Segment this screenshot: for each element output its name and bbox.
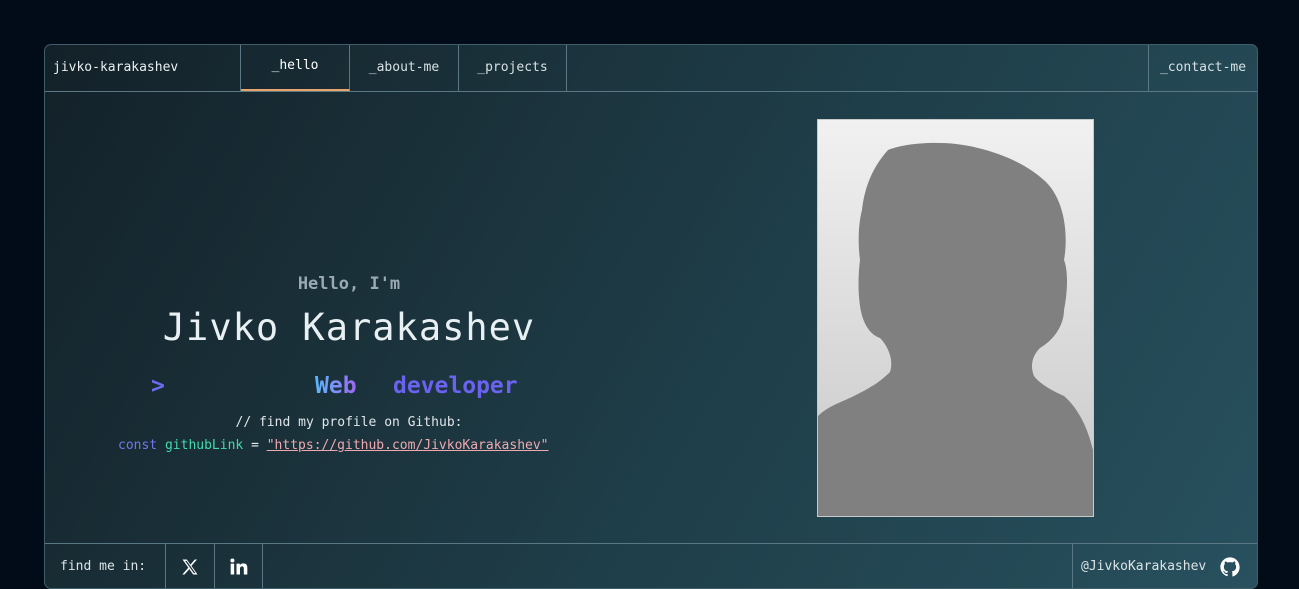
footer-bar: find me in: @JivkoKarakashev	[45, 543, 1257, 588]
github-icon	[1219, 556, 1241, 578]
x-twitter-link[interactable]	[166, 544, 215, 588]
code-variable: githubLink	[164, 438, 244, 453]
site-brand[interactable]: jivko-karakashev	[45, 45, 241, 91]
portfolio-window: jivko-karakashev _hello _about-me _proje…	[44, 44, 1258, 589]
role-line: > Web developer	[151, 373, 591, 403]
tab-about-me[interactable]: _about-me	[350, 45, 459, 91]
profile-silhouette-icon	[818, 142, 1093, 516]
linkedin-icon	[229, 558, 247, 574]
code-keyword: const	[118, 438, 158, 453]
greeting-text: Hello, I'm	[297, 274, 401, 294]
prompt-symbol: >	[151, 373, 165, 399]
top-nav: jivko-karakashev _hello _about-me _proje…	[45, 45, 1257, 92]
code-operator: =	[251, 438, 259, 453]
tab-contact-me[interactable]: _contact-me	[1148, 45, 1257, 91]
x-twitter-icon	[182, 559, 198, 574]
role-word-web: Web	[315, 373, 357, 399]
linkedin-link[interactable]	[215, 544, 263, 588]
footer-spacer	[263, 544, 1072, 588]
profile-photo	[817, 119, 1094, 517]
code-comment: // find my profile on Github:	[235, 415, 463, 430]
github-profile-link[interactable]: "https://github.com/JivkoKarakashev"	[267, 438, 549, 453]
code-line: const githubLink = "https://github.com/J…	[118, 438, 549, 453]
github-handle-text: @JivkoKarakashev	[1081, 559, 1207, 574]
tab-hello[interactable]: _hello	[241, 45, 350, 91]
hero-name: Jivko Karakashev	[162, 306, 536, 349]
role-word-developer: developer	[393, 373, 518, 399]
tab-projects[interactable]: _projects	[459, 45, 567, 91]
hero-intro: Hello, I'm Jivko Karakashev > Web develo…	[45, 91, 653, 543]
find-me-label: find me in:	[45, 544, 166, 588]
github-handle-link[interactable]: @JivkoKarakashev	[1072, 544, 1257, 588]
